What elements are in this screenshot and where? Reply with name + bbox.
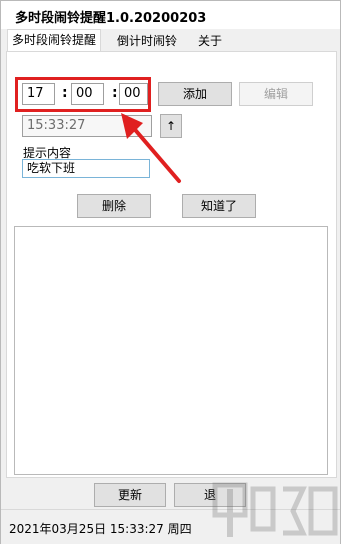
hour-input[interactable]: 17 — [22, 83, 55, 105]
arrow-icon — [121, 113, 181, 183]
title-bar: 多时段闹铃提醒1.0.20200203 — [1, 1, 340, 29]
add-button[interactable]: 添加 — [158, 82, 232, 106]
second-input[interactable]: 00 — [119, 83, 148, 105]
window-title: 多时段闹铃提醒1.0.20200203 — [15, 11, 207, 26]
time-separator: : — [62, 85, 68, 101]
edit-button[interactable]: 编辑 — [239, 82, 313, 106]
acknowledge-button[interactable]: 知道了 — [182, 194, 256, 218]
status-text: 2021年03月25日 15:33:27 周四 — [9, 522, 192, 536]
time-separator: : — [112, 85, 118, 101]
site-watermark-icon — [212, 482, 338, 537]
tab-bar: 多时段闹铃提醒 倒计时闹铃 关于 — [1, 29, 340, 52]
app-window: 多时段闹铃提醒1.0.20200203 多时段闹铃提醒 倒计时闹铃 关于 17 … — [0, 0, 341, 544]
tab-countdown-alarm[interactable]: 倒计时闹铃 — [113, 31, 181, 51]
tab-about[interactable]: 关于 — [194, 31, 226, 51]
delete-button[interactable]: 删除 — [77, 194, 151, 218]
minute-input[interactable]: 00 — [71, 83, 104, 105]
tab-multi-alarm[interactable]: 多时段闹铃提醒 — [7, 29, 102, 52]
refresh-button[interactable]: 更新 — [94, 483, 166, 507]
alarm-list[interactable] — [14, 226, 328, 475]
